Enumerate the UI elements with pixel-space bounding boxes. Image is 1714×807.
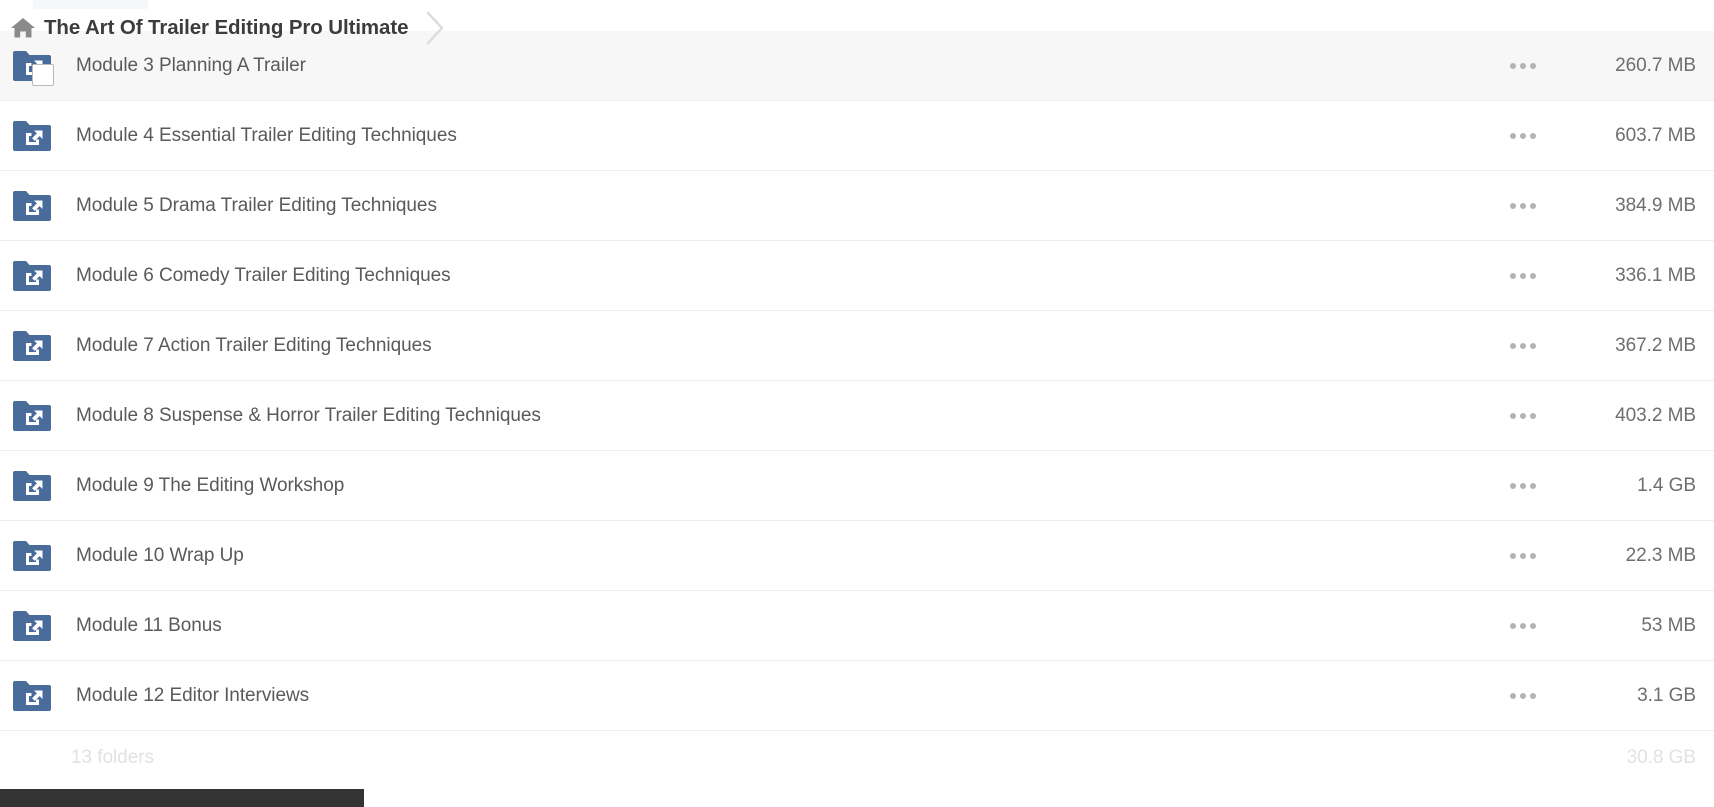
more-options-icon[interactable]	[1500, 326, 1546, 366]
shared-folder-icon	[13, 470, 51, 501]
folder-icon-wrap	[12, 676, 52, 716]
chevron-right-icon	[427, 11, 444, 44]
folder-name: Module 11 Bonus	[76, 614, 222, 636]
more-options-icon[interactable]	[1500, 676, 1546, 716]
folder-row[interactable]: Module 5 Drama Trailer Editing Technique…	[0, 171, 1714, 241]
folder-row[interactable]: Module 9 The Editing Workshop 1.4 GB	[0, 451, 1714, 521]
breadcrumb-item-root[interactable]: The Art Of Trailer Editing Pro Ultimate	[10, 0, 408, 55]
folder-row[interactable]: Module 4 Essential Trailer Editing Techn…	[0, 101, 1714, 171]
folder-row[interactable]: Module 11 Bonus 53 MB	[0, 591, 1714, 661]
total-size: 30.8 GB	[1626, 747, 1696, 768]
folder-size: 367.2 MB	[1615, 334, 1696, 356]
folder-size: 384.9 MB	[1615, 194, 1696, 216]
folder-row[interactable]: Module 7 Action Trailer Editing Techniqu…	[0, 311, 1714, 381]
folder-size: 336.1 MB	[1615, 264, 1696, 286]
more-options-icon[interactable]	[1500, 396, 1546, 436]
folder-icon-wrap	[12, 256, 52, 296]
home-icon	[11, 17, 35, 37]
more-options-icon[interactable]	[1500, 256, 1546, 296]
folder-name: Module 8 Suspense & Horror Trailer Editi…	[76, 404, 541, 426]
folder-icon-wrap	[12, 606, 52, 646]
more-options-icon[interactable]	[1500, 536, 1546, 576]
shared-folder-icon	[13, 330, 51, 361]
folder-size: 260.7 MB	[1615, 54, 1696, 76]
folder-size: 22.3 MB	[1625, 544, 1696, 566]
shared-folder-icon	[13, 190, 51, 221]
folder-count: 13 folders	[71, 747, 154, 768]
folder-row[interactable]: Module 6 Comedy Trailer Editing Techniqu…	[0, 241, 1714, 311]
shared-folder-icon	[13, 680, 51, 711]
more-options-icon[interactable]	[1500, 186, 1546, 226]
folder-list: Module 3 Planning A Trailer 260.7 MB Modul…	[0, 31, 1714, 731]
horizontal-scrollbar-track[interactable]	[0, 789, 1714, 807]
breadcrumb-title: The Art Of Trailer Editing Pro Ultimate	[44, 15, 409, 39]
folder-name: Module 7 Action Trailer Editing Techniqu…	[76, 334, 432, 356]
shared-folder-icon	[13, 260, 51, 291]
folder-icon-wrap	[12, 396, 52, 436]
shared-folder-icon	[13, 120, 51, 151]
more-options-icon[interactable]	[1500, 606, 1546, 646]
drag-preview-icon	[32, 63, 54, 86]
folder-name: Module 3 Planning A Trailer	[76, 54, 306, 76]
folder-size: 53 MB	[1641, 614, 1696, 636]
folder-name: Module 5 Drama Trailer Editing Technique…	[76, 194, 437, 216]
folder-name: Module 4 Essential Trailer Editing Techn…	[76, 124, 457, 146]
folder-icon-wrap	[12, 326, 52, 366]
folder-size: 603.7 MB	[1615, 124, 1696, 146]
folder-icon-wrap	[12, 536, 52, 576]
folder-size: 403.2 MB	[1615, 404, 1696, 426]
folder-name: Module 10 Wrap Up	[76, 544, 244, 566]
shared-folder-icon	[13, 540, 51, 571]
folder-name: Module 12 Editor Interviews	[76, 684, 310, 706]
folder-row[interactable]: Module 8 Suspense & Horror Trailer Editi…	[0, 381, 1714, 451]
horizontal-scrollbar-thumb[interactable]	[0, 789, 364, 807]
breadcrumb: The Art Of Trailer Editing Pro Ultimate	[0, 0, 1714, 55]
more-options-icon[interactable]	[1500, 116, 1546, 156]
folder-icon-wrap	[12, 466, 52, 506]
folder-size: 3.1 GB	[1637, 684, 1696, 706]
folder-icon-wrap	[12, 186, 52, 226]
folder-row[interactable]: Module 10 Wrap Up 22.3 MB	[0, 521, 1714, 591]
folder-icon-wrap	[12, 116, 52, 156]
folder-size: 1.4 GB	[1637, 474, 1696, 496]
folder-row[interactable]: Module 12 Editor Interviews 3.1 GB	[0, 661, 1714, 731]
folder-name: Module 9 The Editing Workshop	[76, 474, 345, 496]
folder-name: Module 6 Comedy Trailer Editing Techniqu…	[76, 264, 451, 286]
file-browser-window: The Art Of Trailer Editing Pro Ultimate …	[0, 0, 1714, 807]
shared-folder-icon	[13, 400, 51, 431]
more-options-icon[interactable]	[1500, 466, 1546, 506]
list-footer: 13 folders 30.8 GB	[0, 731, 1714, 785]
shared-folder-icon	[13, 610, 51, 641]
